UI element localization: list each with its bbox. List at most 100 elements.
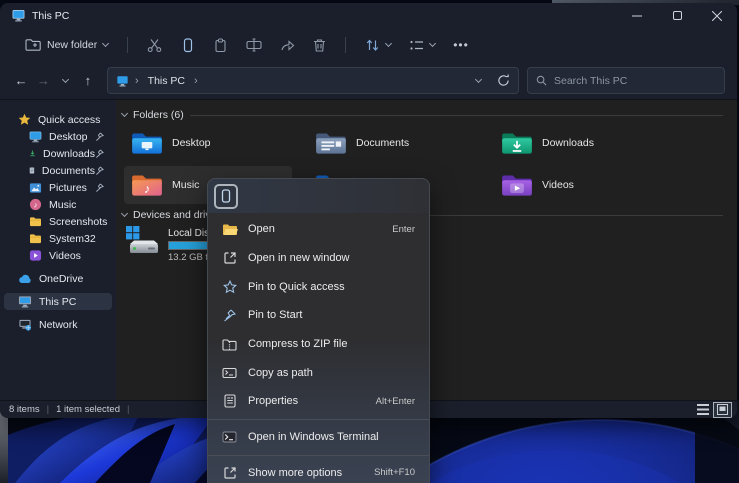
- recent-locations-button[interactable]: [55, 69, 77, 93]
- forward-button[interactable]: →: [32, 69, 54, 93]
- cut-button[interactable]: [140, 33, 169, 58]
- folder-open-icon: [222, 223, 238, 236]
- back-button[interactable]: ←: [10, 69, 32, 93]
- rename-icon: [246, 38, 262, 52]
- folder-name: Downloads: [542, 137, 594, 149]
- paste-icon: [213, 38, 228, 53]
- sidebar-item-pictures[interactable]: Pictures: [4, 179, 112, 196]
- address-dropdown-icon[interactable]: [475, 75, 482, 82]
- up-button[interactable]: ↑: [77, 69, 99, 93]
- sidebar-item-onedrive[interactable]: OneDrive: [4, 270, 112, 287]
- minimize-button[interactable]: [617, 3, 657, 28]
- status-separator: |: [47, 404, 49, 415]
- copy-icon: [180, 38, 195, 53]
- quick-copy-button[interactable]: [214, 184, 238, 209]
- menu-item-open-in-new-window[interactable]: Open in new window: [212, 244, 425, 273]
- menu-item-show-more-options[interactable]: Show more options Shift+F10: [212, 459, 425, 483]
- folder-tile-documents[interactable]: Documents: [308, 124, 476, 162]
- menu-item-open-in-windows-terminal[interactable]: Open in Windows Terminal: [212, 423, 425, 452]
- close-button[interactable]: [697, 3, 737, 28]
- cut-icon: [147, 38, 162, 53]
- sidebar-item-network[interactable]: Network: [4, 316, 112, 333]
- context-menu: Open Enter Open in new window Pin to Qui…: [207, 178, 430, 483]
- copy-path-icon: [222, 367, 237, 379]
- folder-tile-downloads[interactable]: Downloads: [494, 124, 662, 162]
- see-more-button[interactable]: •••: [446, 33, 476, 57]
- menu-item-properties[interactable]: Properties Alt+Enter: [212, 387, 425, 416]
- search-input[interactable]: [554, 75, 694, 87]
- close-icon: [712, 11, 722, 21]
- new-folder-icon: [25, 38, 41, 52]
- rename-button[interactable]: [239, 33, 269, 57]
- sidebar-item-this-pc[interactable]: This PC: [4, 293, 112, 310]
- titlebar: This PC: [0, 3, 737, 28]
- breadcrumb-this-pc[interactable]: This PC: [145, 73, 188, 89]
- sidebar-item-label: OneDrive: [39, 273, 83, 285]
- document-icon: [29, 164, 35, 177]
- folder-documents-icon: [314, 129, 348, 157]
- more-options-icon: [223, 466, 237, 480]
- collapse-chevron-icon: [121, 110, 128, 117]
- selection-count: 1 item selected: [56, 404, 120, 415]
- sidebar-item-label: Videos: [49, 250, 81, 262]
- copy-button[interactable]: [173, 33, 202, 58]
- sidebar-item-documents[interactable]: Documents: [4, 162, 112, 179]
- folder-icon: [29, 233, 42, 244]
- sidebar-item-music[interactable]: ♪ Music: [4, 196, 112, 213]
- sidebar-item-label: Screenshots: [49, 216, 107, 228]
- share-icon: [280, 38, 295, 52]
- menu-item-label: Pin to Start: [248, 309, 302, 321]
- refresh-icon[interactable]: [497, 74, 510, 87]
- sidebar-item-screenshots[interactable]: Screenshots: [4, 213, 112, 230]
- section-label: Folders (6): [133, 109, 184, 121]
- view-button[interactable]: [402, 34, 442, 57]
- menu-item-pin-to-start[interactable]: Pin to Start: [212, 301, 425, 330]
- address-bar[interactable]: › This PC ›: [107, 67, 519, 94]
- details-view-button[interactable]: [694, 403, 711, 417]
- sidebar-item-label: Pictures: [49, 182, 87, 194]
- folder-videos-icon: [500, 171, 534, 199]
- thumbnail-view-button[interactable]: [714, 403, 731, 417]
- sidebar-item-quick-access[interactable]: Quick access: [4, 111, 112, 128]
- menu-item-copy-as-path[interactable]: Copy as path: [212, 358, 425, 387]
- details-view-icon: [697, 404, 709, 415]
- folder-tile-desktop[interactable]: Desktop: [124, 124, 292, 162]
- folder-tile-videos[interactable]: Videos: [494, 166, 662, 204]
- folder-desktop-icon: [130, 129, 164, 157]
- delete-button[interactable]: [306, 33, 333, 57]
- navigation-pane: Quick access Desktop Downloads Documents: [0, 100, 116, 400]
- sort-button[interactable]: [358, 33, 398, 57]
- new-folder-chevron-icon: [102, 40, 109, 47]
- folders-section-header[interactable]: Folders (6): [122, 108, 723, 122]
- paste-button[interactable]: [206, 33, 235, 58]
- sidebar-item-videos[interactable]: Videos: [4, 247, 112, 264]
- new-folder-label: New folder: [47, 39, 97, 51]
- menu-item-compress-to-zip[interactable]: Compress to ZIP file: [212, 330, 425, 359]
- maximize-button[interactable]: [657, 3, 697, 28]
- new-folder-button[interactable]: New folder: [18, 33, 115, 57]
- sidebar-item-system32[interactable]: System32: [4, 230, 112, 247]
- menu-item-open[interactable]: Open Enter: [212, 215, 425, 244]
- share-button[interactable]: [273, 33, 302, 57]
- menu-item-shortcut: Alt+Enter: [376, 396, 415, 407]
- open-new-window-icon: [223, 251, 237, 265]
- search-box[interactable]: [527, 67, 725, 94]
- folder-icon: [29, 216, 42, 227]
- sidebar-item-downloads[interactable]: Downloads: [4, 145, 112, 162]
- pinned-icon: [95, 183, 104, 192]
- forward-icon: →: [37, 73, 50, 88]
- menu-item-pin-to-quick-access[interactable]: Pin to Quick access: [212, 272, 425, 301]
- menu-separator: [208, 419, 429, 420]
- sidebar-item-label: Desktop: [49, 131, 88, 143]
- window-title: This PC: [32, 10, 69, 22]
- folder-music-icon: ♪: [130, 171, 164, 199]
- breadcrumb-chevron: ›: [135, 75, 139, 87]
- menu-item-label: Compress to ZIP file: [248, 338, 347, 350]
- folder-name: Videos: [542, 179, 574, 191]
- sidebar-item-label: Quick access: [38, 114, 100, 126]
- star-icon: [18, 113, 31, 126]
- pinned-icon: [95, 132, 104, 141]
- sidebar-item-label: This PC: [39, 296, 76, 308]
- sidebar-item-desktop[interactable]: Desktop: [4, 128, 112, 145]
- network-icon: [18, 319, 32, 331]
